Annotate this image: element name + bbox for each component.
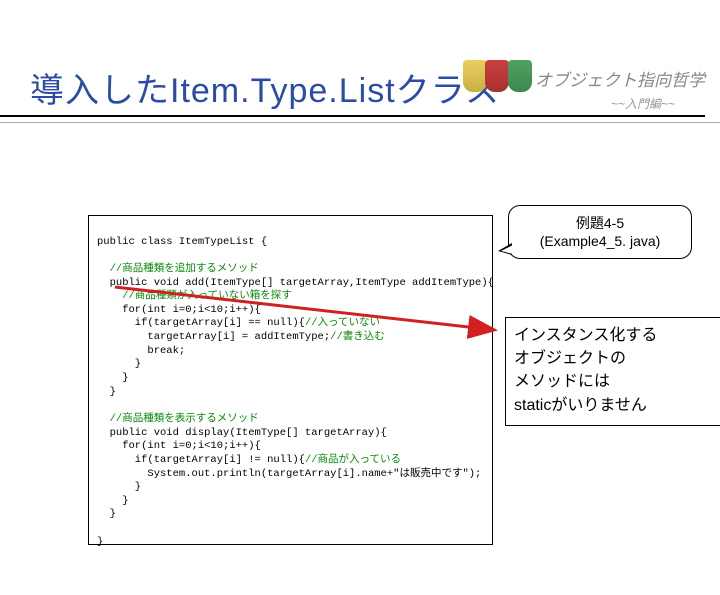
callout-line: 例題4-5 — [515, 214, 685, 232]
code-line: break; — [97, 345, 185, 357]
code-line: } — [97, 358, 141, 370]
code-line: public void display(ItemType[] targetArr… — [97, 427, 387, 439]
code-line: for(int i=0;i<10;i++){ — [97, 304, 261, 316]
callout-line: インスタンス化する — [514, 324, 712, 347]
code-line: public class ItemTypeList { — [97, 236, 267, 248]
code-line: if(targetArray[i] != null){//商品が入っている — [97, 454, 401, 466]
code-line: } — [97, 508, 116, 520]
callout-line: staticがいりません — [514, 394, 712, 417]
callout-tail — [498, 243, 512, 255]
header-title: オブジェクト指向哲学 — [535, 66, 705, 91]
example-callout: 例題4-5 (Example4_5. java) — [508, 205, 692, 259]
code-line: } — [97, 481, 141, 493]
code-line: } — [97, 372, 129, 384]
code-line: if(targetArray[i] == null){//入っていない — [97, 317, 380, 329]
code-line: public void add(ItemType[] targetArray,I… — [97, 277, 494, 289]
callout-line: メソッドには — [514, 370, 712, 393]
header-line — [0, 115, 705, 117]
header-subtitle: ~~入門編~~ — [0, 95, 705, 112]
cup-icon — [508, 60, 532, 92]
code-line: System.out.println(targetArray[i].name+"… — [97, 468, 481, 480]
code-comment: //商品種類を表示するメソッド — [97, 413, 259, 425]
code-line: } — [97, 495, 129, 507]
code-line: targetArray[i] = addItemType;//書き込む — [97, 331, 385, 343]
cup-icon — [463, 60, 487, 92]
code-line: } — [97, 536, 103, 548]
page-header: オブジェクト指向哲学 ~~入門編~~ — [0, 60, 720, 117]
code-line: } — [97, 386, 116, 398]
cup-icon — [485, 60, 509, 92]
logo-cups — [463, 60, 526, 97]
code-line: for(int i=0;i<10;i++){ — [97, 440, 261, 452]
code-comment: //商品種類を追加するメソッド — [97, 263, 259, 275]
code-block: public class ItemTypeList { //商品種類を追加するメ… — [88, 215, 493, 545]
note-callout: インスタンス化する オブジェクトの メソッドには staticがいりません — [505, 317, 720, 426]
callout-line: オブジェクトの — [514, 347, 712, 370]
code-comment: //商品種類が入っていない箱を探す — [97, 290, 292, 302]
callout-line: (Example4_5. java) — [515, 232, 685, 250]
